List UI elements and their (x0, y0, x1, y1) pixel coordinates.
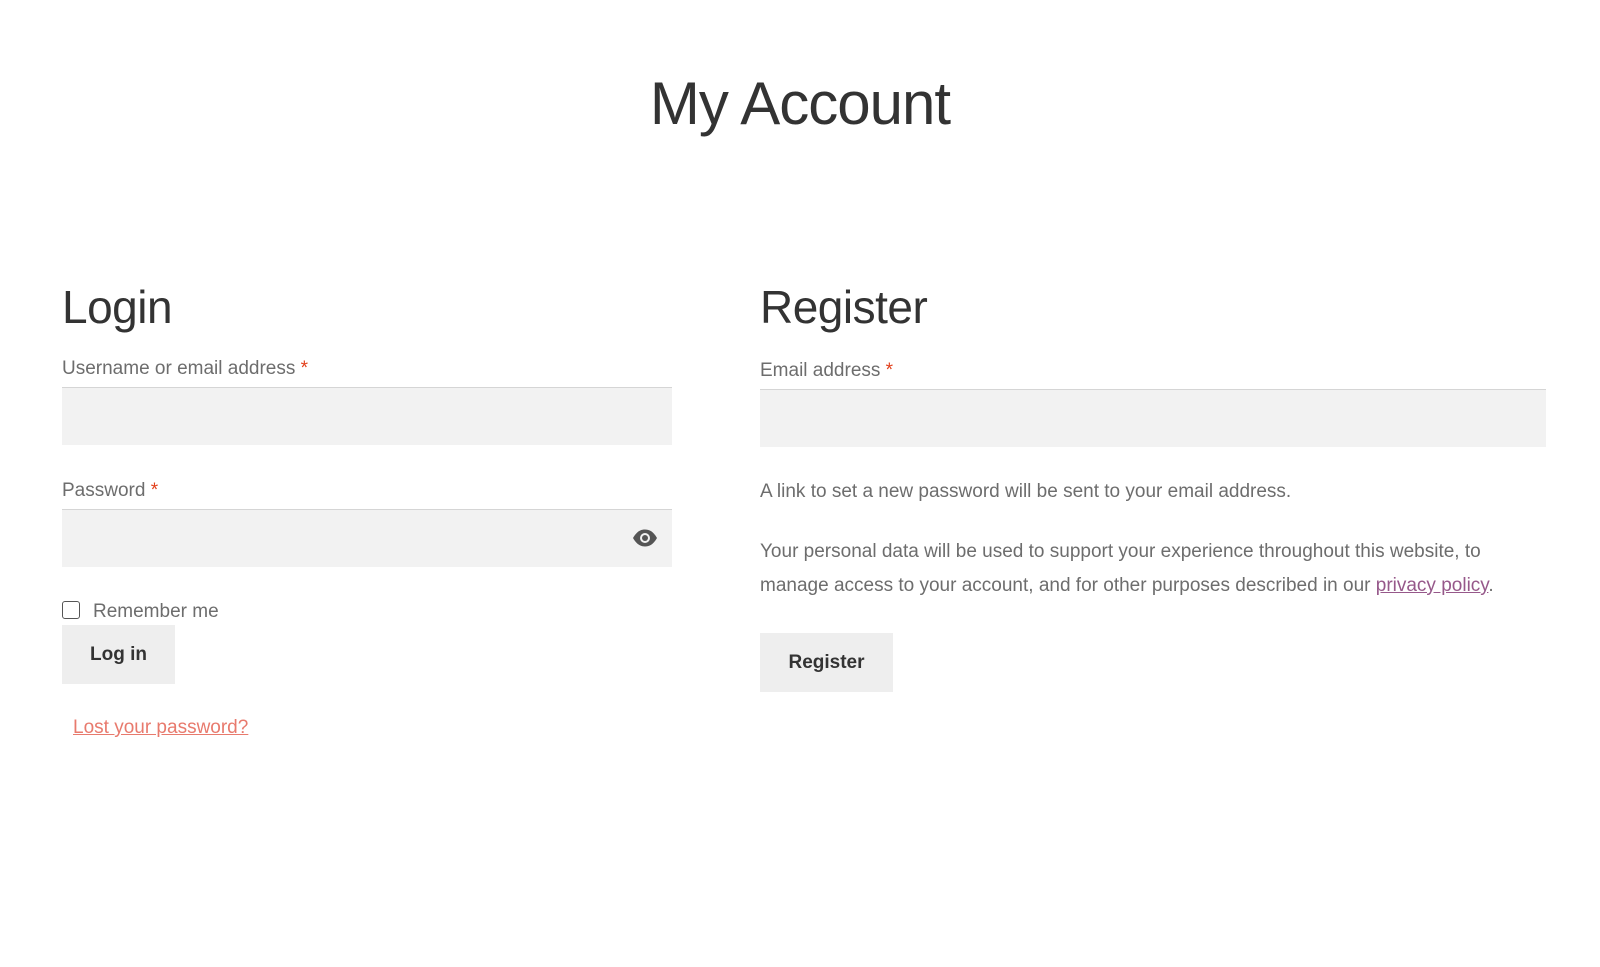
password-label: Password * (62, 478, 672, 504)
username-input[interactable] (62, 387, 672, 445)
login-heading: Login (62, 281, 173, 333)
register-heading: Register (760, 281, 928, 333)
password-note: A link to set a new password will be sen… (760, 481, 1292, 502)
required-mark: * (300, 358, 309, 379)
email-label: Email address * (760, 358, 1546, 384)
username-label: Username or email address * (62, 356, 672, 382)
password-input[interactable] (62, 509, 672, 567)
login-section: Login Username or email address * Passwo… (62, 280, 672, 739)
page-title: My Account (649, 70, 951, 137)
eye-icon[interactable] (632, 529, 658, 547)
email-label-text: Email address (760, 360, 881, 381)
login-button[interactable]: Log in (62, 625, 175, 684)
remember-checkbox[interactable] (62, 601, 80, 619)
username-label-text: Username or email address (62, 358, 296, 379)
register-section: Register Email address * A link to set a… (760, 280, 1546, 692)
privacy-notice: Your personal data will be used to suppo… (760, 535, 1546, 603)
password-label-text: Password (62, 480, 146, 501)
remember-label: Remember me (93, 601, 219, 622)
password-field-wrapper (62, 509, 672, 567)
remember-row: Remember me (62, 601, 672, 623)
privacy-policy-link[interactable]: privacy policy (1376, 575, 1489, 596)
register-email-input[interactable] (760, 389, 1546, 447)
privacy-text: Your personal data will be used to suppo… (760, 541, 1481, 596)
lost-password-row: Lost your password? (62, 717, 672, 739)
lost-password-link[interactable]: Lost your password? (73, 717, 248, 738)
required-mark: * (885, 360, 894, 381)
required-mark: * (150, 480, 159, 501)
privacy-text-end: . (1488, 575, 1494, 596)
register-button[interactable]: Register (760, 633, 893, 692)
